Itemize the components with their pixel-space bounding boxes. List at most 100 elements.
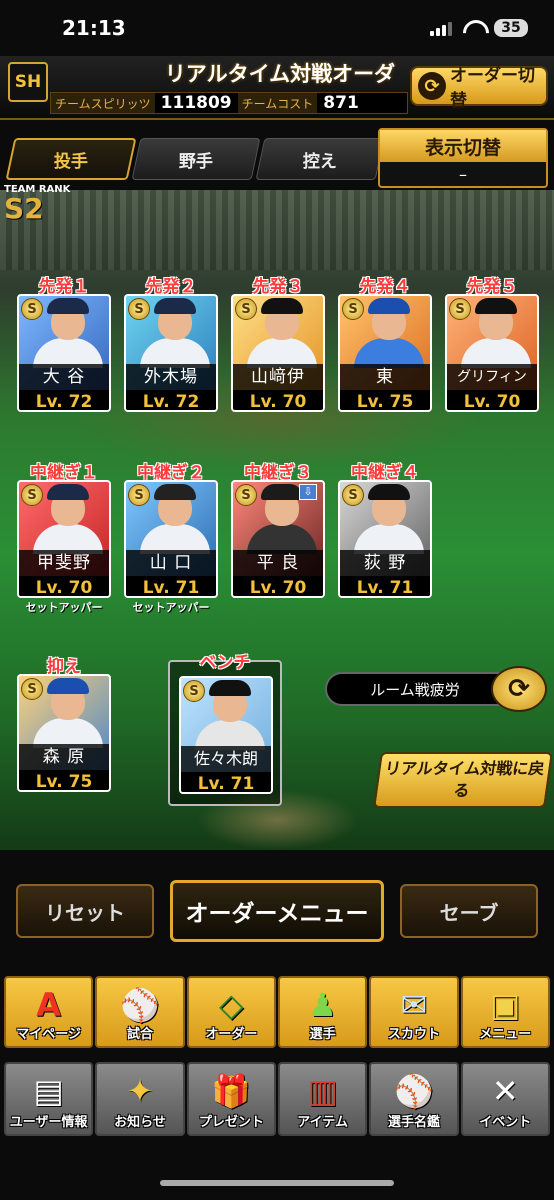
role-label: 先発１ [38,277,90,297]
closer-slot[interactable]: 抑え S 森 原 Lv. 75 [17,652,111,792]
s-rank-icon: S [21,298,43,320]
nav-label: スカウト [387,1027,440,1042]
reliever-slot-4[interactable]: 中継ぎ４ S 荻 野 Lv. 71 [338,458,432,598]
player-card[interactable]: S 荻 野 Lv. 71 [338,480,432,598]
nav-mypage[interactable]: A マイページ [4,976,94,1048]
display-switch-button[interactable]: 表示切替 – [378,128,548,188]
nav-event[interactable]: ✕ イベント [460,1062,550,1136]
player-card[interactable]: S 外木場 Lv. 72 [124,294,218,412]
save-button[interactable]: セーブ [400,884,538,938]
reset-button[interactable]: リセット [16,884,154,938]
player-level: Lv. 70 [447,390,537,410]
nav-user-info[interactable]: ▤ ユーザー情報 [4,1062,94,1136]
player-card[interactable]: S 大 谷 Lv. 72 [17,294,111,412]
s-rank-icon: S [21,678,43,700]
player-name: 大 谷 [19,364,109,390]
reset-label: リセット [45,900,125,925]
reliever-slot-2[interactable]: 中継ぎ２ S 山 口 Lv. 71 セットアッパー [124,458,218,615]
s-rank-icon: S [183,680,205,702]
nav-label: 選手名鑑 [387,1115,440,1130]
nav-player[interactable]: ♟ 選手 [277,976,368,1048]
signal-icon [430,20,452,36]
starter-slot-5[interactable]: 先発５ S グリフィン Lv. 70 [445,272,539,412]
player-name: 荻 野 [340,550,430,576]
header: SH リアルタイム対戦オーダー チームスピリッツ 111809 チームコスト 8… [0,56,554,120]
tab-pitcher[interactable]: 投手 [5,138,137,180]
position-tabs: 投手 野手 控え [5,138,385,180]
player-name: 森 原 [19,744,109,770]
role-label: 先発２ [145,277,197,297]
starter-slot-2[interactable]: 先発２ S 外木場 Lv. 72 [124,272,218,412]
player-level: Lv. 70 [233,390,323,410]
cycle-icon: ⟳ [418,72,446,100]
player-level: Lv. 75 [340,390,430,410]
role-label: 中継ぎ２ [137,463,205,483]
nav-menu[interactable]: ▣ メニュー [460,976,550,1048]
nav-label: マイページ [16,1027,82,1042]
order-buttons: リセット オーダーメニュー セーブ [16,880,540,944]
starter-slot-1[interactable]: 先発１ S 大 谷 Lv. 72 [17,272,111,412]
nav-news[interactable]: ✦ お知らせ [95,1062,185,1136]
player-name: 外木場 [126,364,216,390]
role-label: ベンチ [199,653,251,673]
order-menu-button[interactable]: オーダーメニュー [170,880,384,942]
s-rank-icon: S [128,298,150,320]
cost-value: 871 [317,93,408,113]
player-card[interactable]: S 山 口 Lv. 71 [124,480,218,598]
tab-reserve[interactable]: 控え [255,138,385,180]
switch-order-button[interactable]: ⟳ オーダー切替 [410,66,548,111]
nav-order[interactable]: ◇ オーダー [186,976,276,1048]
spirits-label: チームスピリッツ [51,93,155,113]
back-to-realtime-button[interactable]: リアルタイム対戦に戻る [373,752,553,808]
bats-ball-icon: ✕ [491,1072,519,1110]
nav-label: アイテム [297,1115,348,1130]
back-to-realtime-label: リアルタイム対戦に戻る [383,759,546,800]
role-label: 中継ぎ４ [351,463,419,483]
stadium-icon: ⚾ [120,986,160,1024]
player-name: 山 口 [126,550,216,576]
player-level: Lv. 71 [181,772,271,792]
nav-item[interactable]: ▥ アイテム [277,1062,368,1136]
order-menu-label: オーダーメニュー [185,901,369,927]
player-card[interactable]: S 東 Lv. 75 [338,294,432,412]
starter-slot-3[interactable]: 先発３ S 山﨑伊 Lv. 70 [231,272,325,412]
cycle-icon: ⟳ [508,674,530,704]
role-label: 先発４ [359,277,411,297]
player-level: Lv. 75 [19,770,109,790]
nav-scout[interactable]: ✉ スカウト [369,976,459,1048]
room-fatigue-toggle-button[interactable]: ⟳ [491,666,547,712]
nav-game[interactable]: ⚾ 試合 [95,976,185,1048]
nav-label: 試合 [126,1027,153,1042]
display-switch-label: 表示切替 [380,130,546,162]
nav-player-directory[interactable]: ⚾ 選手名鑑 [369,1062,459,1136]
player-card[interactable]: S グリフィン Lv. 70 [445,294,539,412]
tab-pitcher-label: 投手 [54,151,88,172]
nav-label: メニュー [479,1027,532,1042]
condition-down-icon: ⇩ [299,484,317,500]
field-icon: ◇ [219,986,244,1024]
player-card[interactable]: S 森 原 Lv. 75 [17,674,111,792]
save-label: セーブ [439,900,499,925]
nav-label: 選手 [309,1027,336,1042]
nav-present[interactable]: 🎁 プレゼント [186,1062,276,1136]
player-card[interactable]: S 佐々木朗 Lv. 71 [179,676,273,794]
tab-fielder[interactable]: 野手 [131,138,261,180]
reliever-slot-3[interactable]: 中継ぎ３ S ⇩ 平 良 Lv. 70 [231,458,325,598]
s-rank-icon: S [235,484,257,506]
nav-label: オーダー [205,1027,258,1042]
bench-slot[interactable]: ベンチ S 佐々木朗 Lv. 71 [168,653,282,806]
player-card[interactable]: S ⇩ 平 良 Lv. 70 [231,480,325,598]
starter-slot-4[interactable]: 先発４ S 東 Lv. 75 [338,272,432,412]
status-bar: 21:13 35 [0,0,554,56]
home-indicator[interactable] [160,1180,394,1186]
player-card[interactable]: S 甲斐野 Lv. 70 [17,480,111,598]
tab-fielder-label: 野手 [179,151,213,172]
gift-icon: 🎁 [211,1072,252,1110]
player-level: Lv. 71 [340,576,430,596]
player-name: 平 良 [233,550,323,576]
s-rank-icon: S [21,484,43,506]
player-card[interactable]: S 山﨑伊 Lv. 70 [231,294,325,412]
reliever-slot-1[interactable]: 中継ぎ１ S 甲斐野 Lv. 70 セットアッパー [17,458,111,615]
s-rank-icon: S [342,298,364,320]
sub-nav: ▤ ユーザー情報 ✦ お知らせ 🎁 プレゼント ▥ アイテム ⚾ 選手名鑑 ✕ イベント [4,1062,550,1136]
